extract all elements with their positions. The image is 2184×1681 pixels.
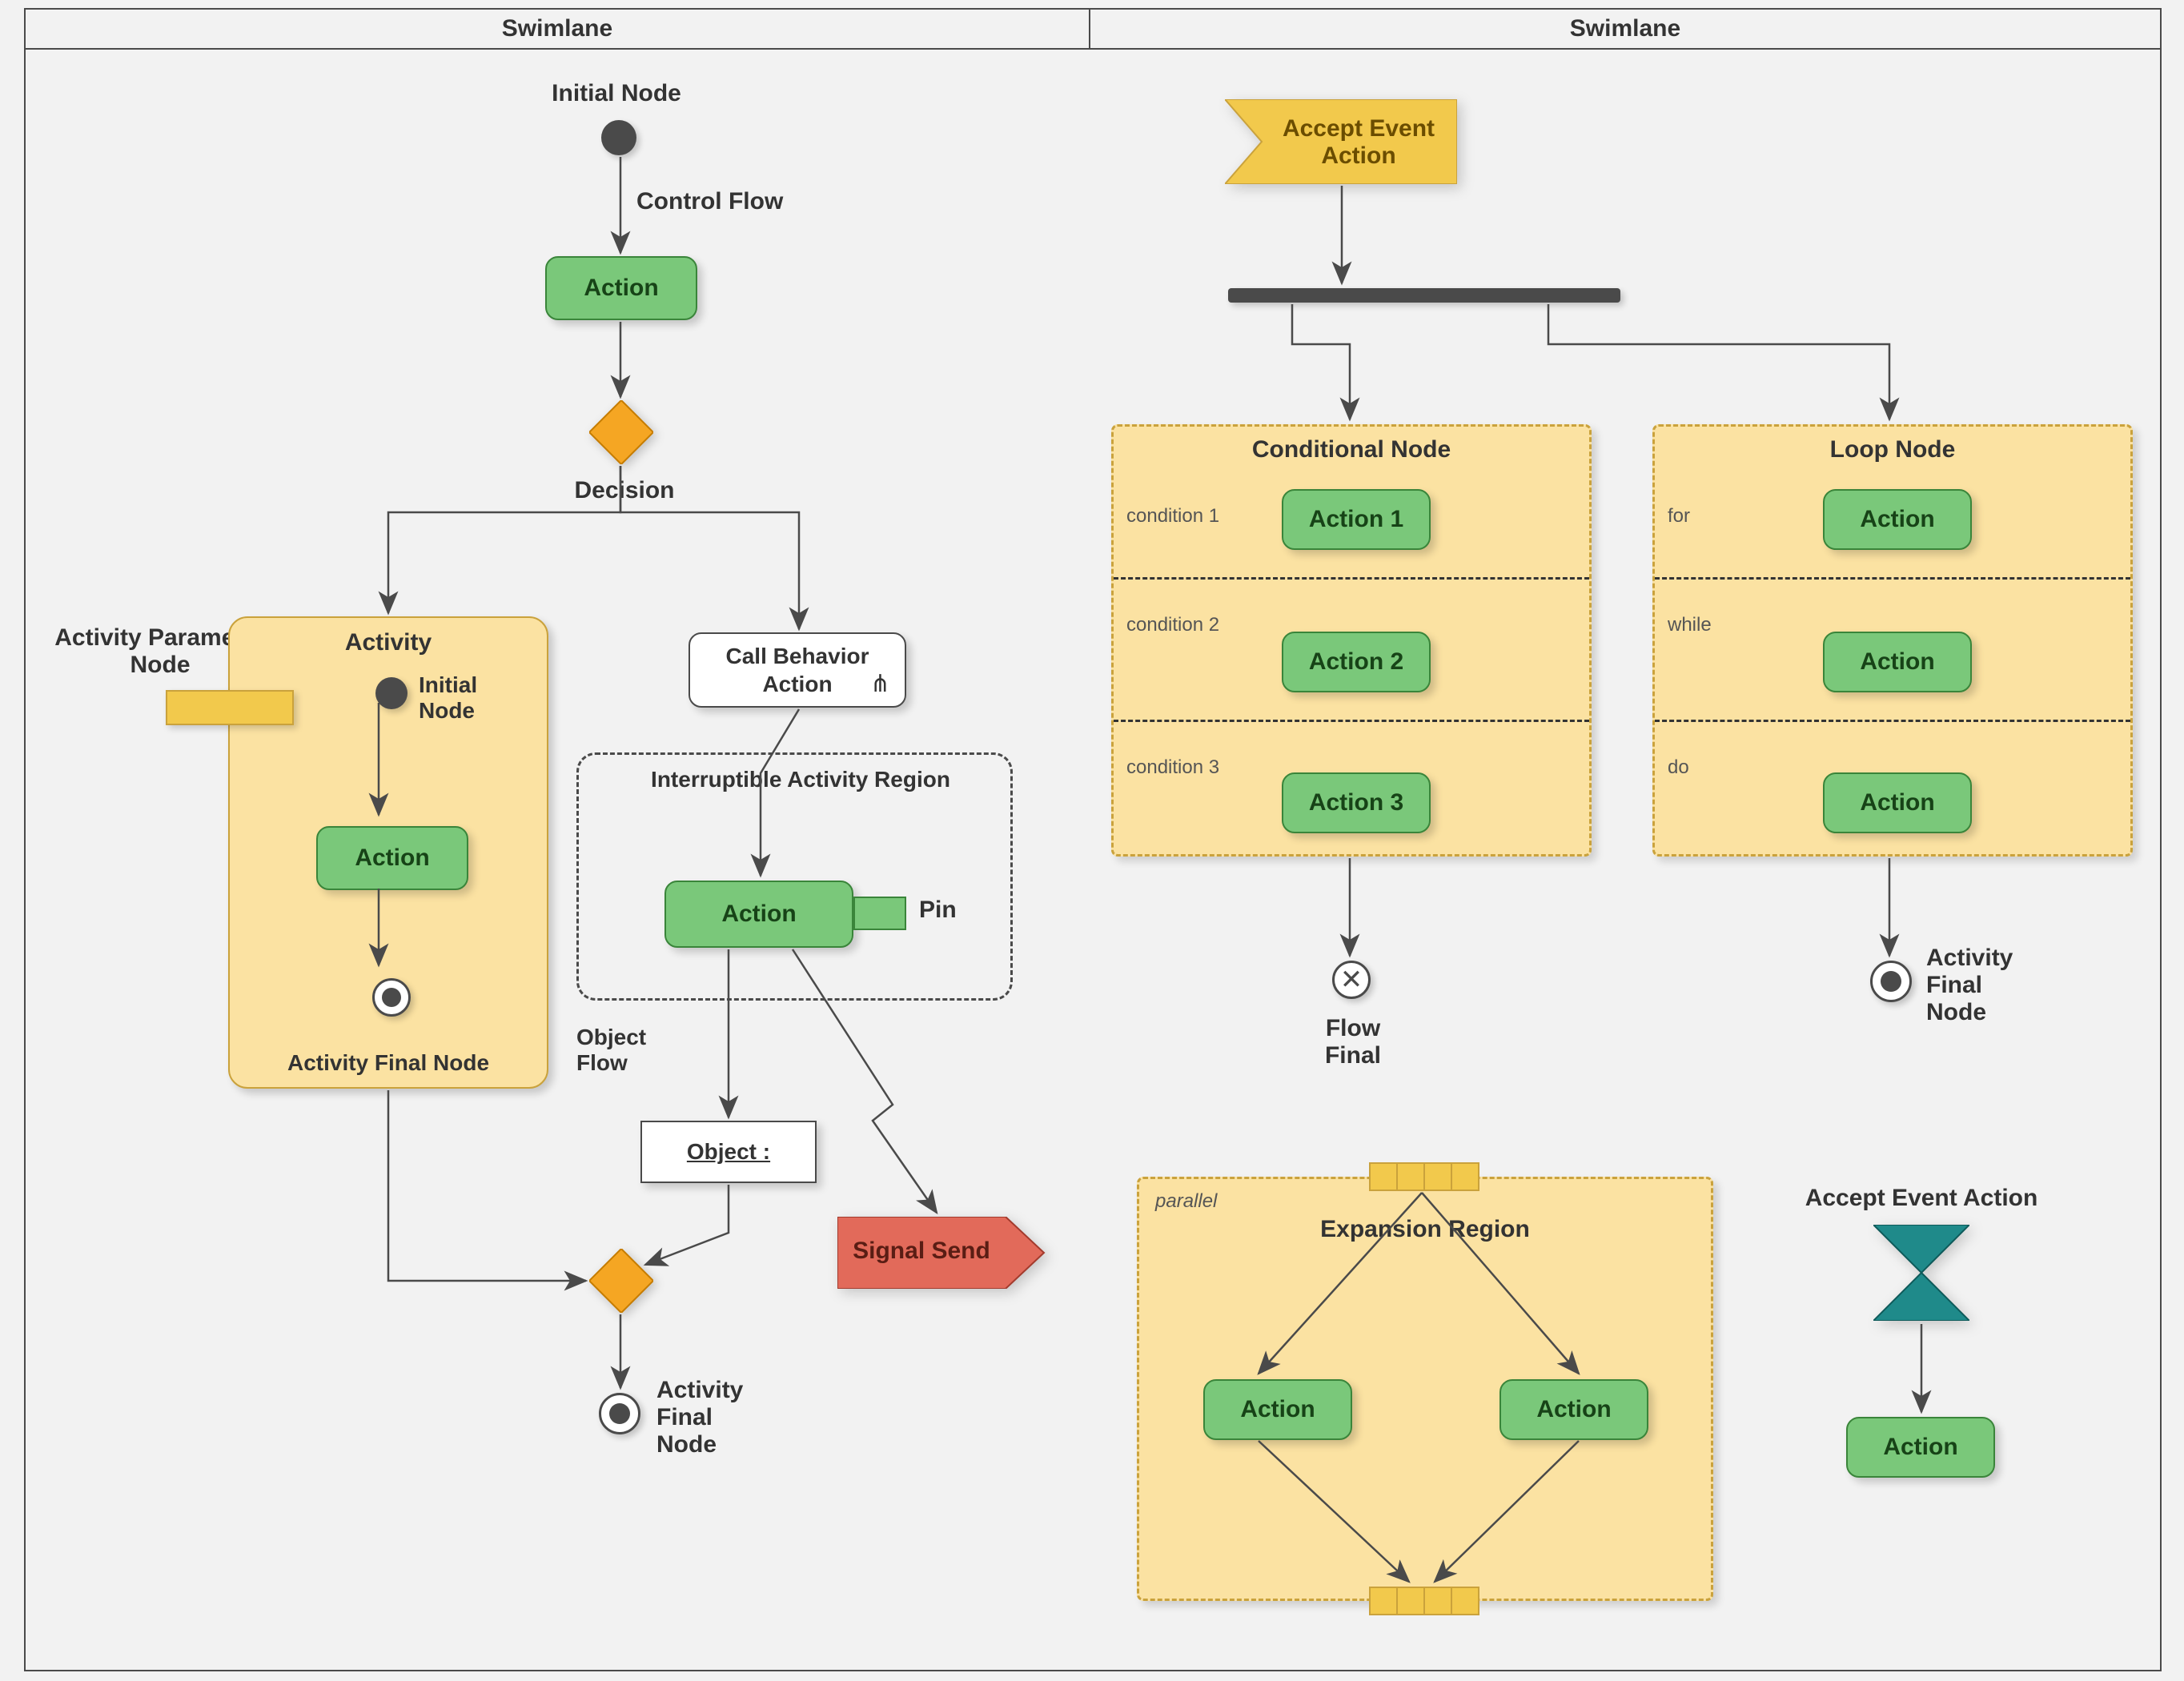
edges-right (1089, 8, 2162, 1671)
activity-diagram: Swimlane Swimlane Initial Node Control F… (0, 0, 2184, 1681)
edges-left (24, 8, 1090, 1671)
